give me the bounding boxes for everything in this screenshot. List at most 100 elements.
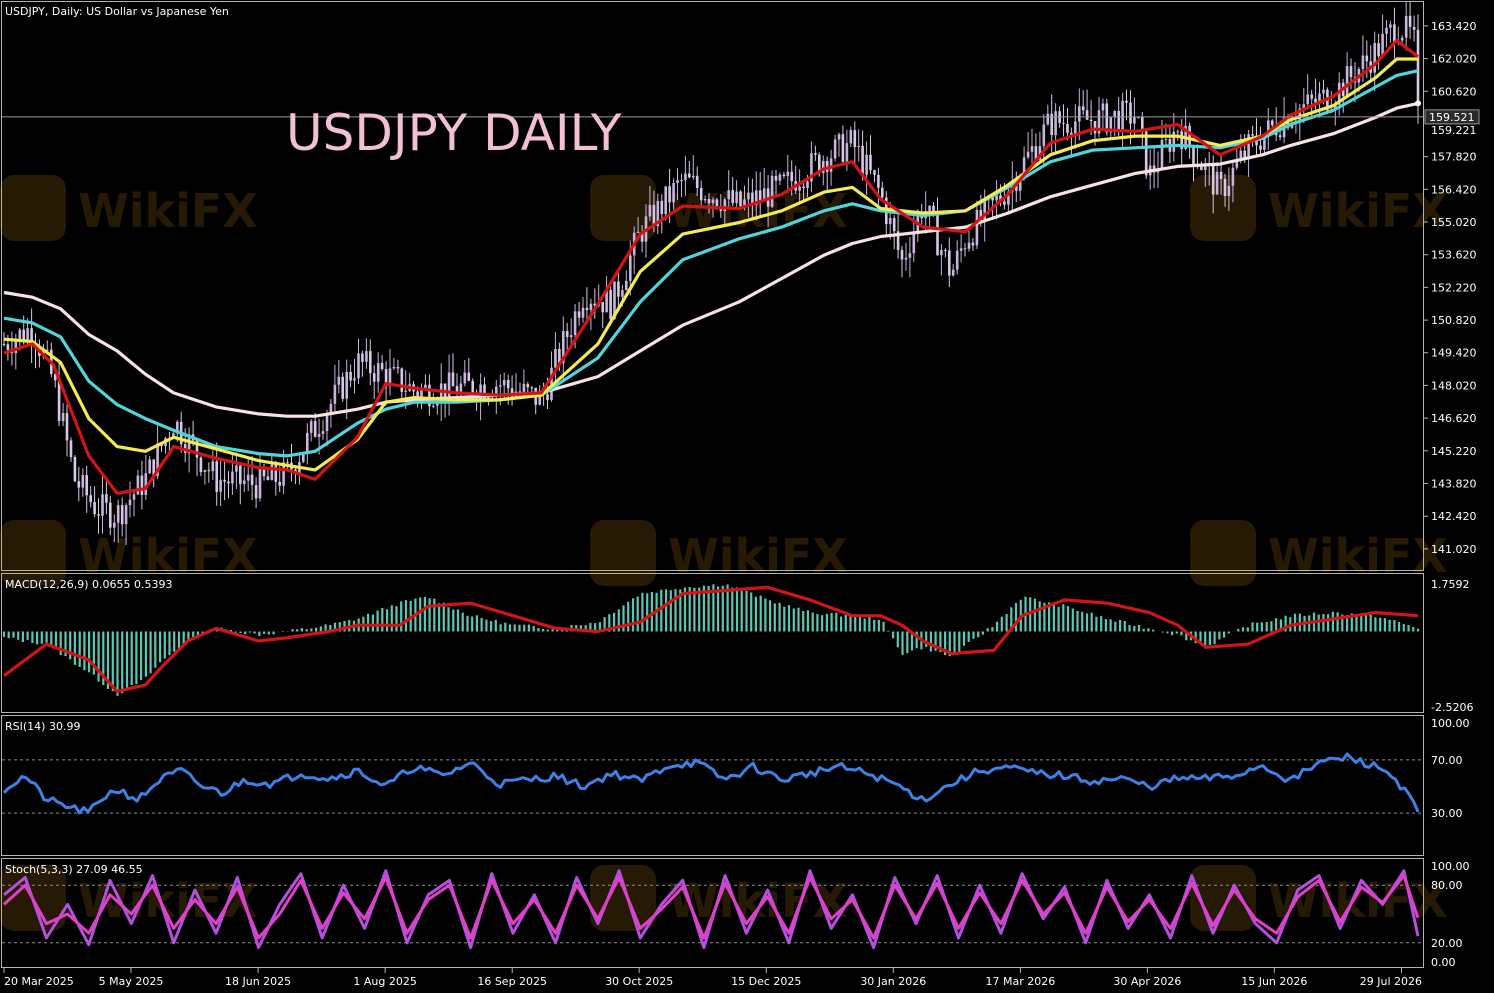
candle-body: [1093, 121, 1097, 134]
candle-body: [1231, 167, 1235, 186]
chart-header-title: USDJPY, Daily: US Dollar vs Japanese Yen: [5, 5, 229, 18]
candle-body: [26, 328, 29, 342]
candle-body: [235, 465, 238, 472]
candle-body: [199, 457, 203, 473]
candle-body: [1164, 139, 1168, 141]
candle-body: [1121, 100, 1124, 132]
candle-body: [89, 495, 92, 502]
time-axis-label: 15 Jun 2026: [1241, 975, 1307, 988]
candle-body: [589, 303, 593, 311]
candle-body: [404, 390, 407, 392]
candle-body: [1278, 135, 1282, 138]
candle-body: [246, 474, 250, 481]
candle-body: [865, 154, 868, 175]
time-axis-label: 30 Oct 2025: [605, 975, 673, 988]
candle-body: [707, 199, 711, 204]
candle-body: [668, 186, 671, 203]
rsi-line: [2, 752, 1420, 815]
candle-body: [747, 192, 750, 200]
candle-body: [120, 505, 124, 525]
candle-body: [585, 307, 589, 311]
candle-body: [1361, 55, 1365, 69]
candle-body: [1176, 131, 1179, 133]
candle-body: [392, 367, 396, 369]
candle-body: [1188, 125, 1191, 147]
candle-body: [250, 474, 254, 486]
candle-body: [758, 190, 762, 201]
candle-body: [601, 302, 604, 313]
time-axis-label: 16 Sep 2025: [477, 975, 547, 988]
candle-body: [321, 431, 325, 434]
candle-body: [715, 199, 719, 207]
candle-body: [463, 372, 467, 384]
candle-body: [266, 476, 270, 480]
wikifx-logo-wordmark: WikiFX: [78, 184, 258, 238]
candle-body: [703, 199, 707, 201]
candle-body: [739, 191, 742, 207]
time-axis-label: 1 Aug 2025: [353, 975, 416, 988]
candle-body: [1223, 178, 1227, 196]
candle-body: [258, 467, 262, 499]
candle-body: [337, 376, 341, 385]
candle-body: [790, 171, 793, 182]
candle-body: [530, 387, 534, 389]
candle-body: [81, 475, 85, 488]
candle-body: [1026, 151, 1030, 158]
candle-body: [278, 481, 281, 486]
candle-body: [1042, 124, 1046, 147]
candle-body: [995, 195, 998, 201]
candle-body: [963, 248, 967, 250]
candle-body: [432, 405, 435, 407]
candle-body: [73, 457, 77, 482]
candle-body: [365, 351, 368, 362]
candle-body: [128, 499, 132, 506]
candle-body: [1400, 37, 1404, 41]
candle-body: [802, 186, 805, 189]
candle-body: [1412, 26, 1416, 30]
candle-body: [400, 368, 404, 392]
candle-body: [309, 421, 313, 433]
macd-axis-label: -2.5206: [1431, 701, 1473, 714]
candle-body: [69, 440, 73, 457]
candle-body: [873, 170, 876, 175]
candle-body: [345, 371, 348, 399]
chart-canvas: WikiFX WikiFX WikiFXWikiFX WikiFX WikiFXWiki…: [0, 1, 1480, 988]
candle-body: [1030, 146, 1034, 152]
candle-body: [6, 344, 10, 350]
candle-body: [664, 186, 667, 214]
candle-body: [1089, 119, 1093, 122]
candle-body: [1259, 145, 1262, 150]
price-ema-lines: [3, 38, 1421, 495]
candle-body: [518, 391, 522, 393]
candle-body: [786, 171, 790, 177]
price-axis-label: 152.220: [1431, 281, 1477, 294]
macd-axis: 1.7592 -2.5206: [1431, 578, 1473, 714]
candle-body: [124, 505, 128, 525]
candle-body: [1243, 150, 1246, 158]
candle-body: [1066, 123, 1069, 133]
candle-body: [57, 380, 61, 422]
candle-body: [774, 175, 778, 181]
candle-body: [353, 378, 356, 381]
candle-body: [806, 181, 809, 188]
candle-body: [313, 421, 317, 437]
candle-body: [1062, 122, 1065, 124]
candle-body: [211, 461, 215, 472]
candle-body: [975, 210, 979, 246]
time-axis-label: 17 Mar 2026: [986, 975, 1056, 988]
candle-body: [1081, 106, 1085, 111]
candle-body: [1389, 24, 1392, 28]
wikifx-logo-badge: [1190, 175, 1256, 241]
candle-body: [93, 502, 96, 515]
candle-body: [140, 475, 144, 495]
candle-body: [1349, 66, 1353, 77]
candle-body: [317, 433, 321, 437]
candle-body: [148, 459, 151, 474]
candle-body: [526, 384, 530, 388]
candle-body: [207, 470, 211, 472]
candle-body: [629, 255, 632, 281]
candle-body: [1211, 165, 1215, 195]
candle-body: [609, 289, 612, 320]
candle-body: [215, 461, 218, 492]
candle-body: [506, 380, 510, 389]
